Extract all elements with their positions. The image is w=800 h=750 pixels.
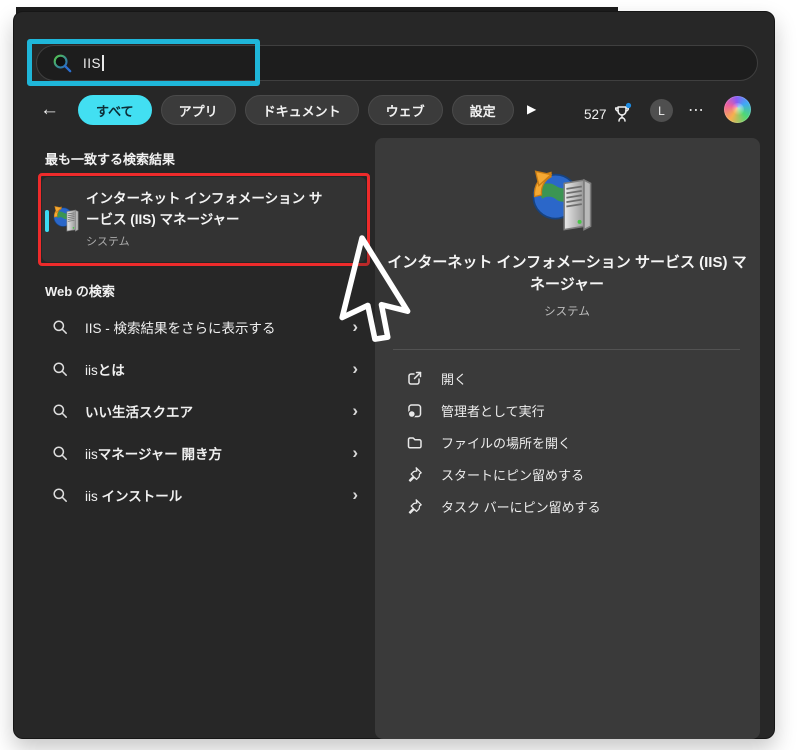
text-cursor	[102, 55, 104, 71]
chevron-right-icon[interactable]: ›	[352, 320, 358, 334]
web-suggestion-row[interactable]: いい生活スクエア ›	[38, 395, 372, 427]
pin-icon	[406, 466, 423, 483]
run-as-admin-icon	[406, 402, 423, 419]
web-suggestion-row[interactable]: IIS - 検索結果をさらに表示する ›	[38, 311, 372, 343]
magnifier-icon	[52, 361, 68, 377]
tab-web[interactable]: ウェブ	[368, 95, 443, 125]
best-match-section-title: 最も一致する検索結果	[45, 149, 175, 168]
selection-accent-bar	[45, 210, 49, 232]
more-tabs-button[interactable]: ▶	[527, 102, 536, 116]
rewards-trophy-icon	[613, 102, 632, 126]
tab-settings[interactable]: 設定	[452, 95, 514, 125]
action-pin-to-start[interactable]: スタートにピン留めする	[394, 459, 734, 489]
folder-icon	[406, 434, 423, 451]
divider	[393, 349, 740, 350]
open-icon	[406, 370, 423, 387]
web-suggestion-row[interactable]: iis インストール ›	[38, 479, 372, 511]
search-query-text[interactable]: IIS	[83, 56, 101, 71]
best-match-subtitle: システム	[86, 233, 336, 249]
tab-all[interactable]: すべて	[78, 95, 152, 125]
account-avatar[interactable]: L	[650, 99, 673, 122]
suggestion-completion: とは	[98, 363, 125, 378]
more-options-button[interactable]: ⋯	[688, 100, 705, 120]
search-input[interactable]: IIS	[36, 45, 758, 81]
chevron-right-icon[interactable]: ›	[352, 488, 358, 502]
pin-icon	[406, 498, 423, 515]
chevron-right-icon[interactable]: ›	[352, 446, 358, 460]
tab-apps[interactable]: アプリ	[161, 95, 236, 125]
preview-app-title: インターネット インフォメーション サービス (IIS) マネージャー	[387, 252, 747, 296]
action-pin-to-taskbar[interactable]: タスク バーにピン留めする	[394, 491, 734, 521]
search-icon	[52, 53, 73, 74]
magnifier-icon	[52, 445, 68, 461]
magnifier-icon	[52, 319, 68, 335]
action-label: スタートにピン留めする	[441, 465, 584, 484]
copilot-icon[interactable]	[724, 96, 751, 123]
chevron-right-icon[interactable]: ›	[352, 404, 358, 418]
web-suggestion-row[interactable]: iisとは ›	[38, 353, 372, 385]
filter-tabs: すべて アプリ ドキュメント ウェブ 設定 フォルダー	[78, 95, 519, 126]
suggestion-text: IIS - 検索結果をさらに表示する	[85, 321, 276, 336]
notification-dot	[625, 103, 630, 108]
magnifier-icon	[52, 403, 68, 419]
best-match-result[interactable]: インターネット インフォメーション サービス (IIS) マネージャー システム	[42, 177, 366, 262]
magnifier-icon	[52, 487, 68, 503]
suggestion-text: iis	[85, 489, 102, 504]
preview-app-subtitle: システム	[387, 303, 747, 319]
iis-app-icon-large	[529, 168, 595, 234]
action-label: 開く	[441, 369, 467, 388]
suggestion-completion: インストール	[102, 489, 183, 504]
action-open[interactable]: 開く	[394, 363, 734, 393]
chevron-right-icon[interactable]: ›	[352, 362, 358, 376]
tab-documents[interactable]: ドキュメント	[245, 95, 359, 125]
action-open-file-location[interactable]: ファイルの場所を開く	[394, 427, 734, 457]
action-label: 管理者として実行	[441, 401, 545, 420]
web-search-section-title: Web の検索	[45, 281, 115, 300]
rewards-badge[interactable]: 527	[584, 102, 632, 126]
action-run-as-admin[interactable]: 管理者として実行	[394, 395, 734, 425]
back-button[interactable]: ←	[40, 99, 59, 121]
suggestion-text: iis	[85, 447, 98, 462]
best-match-title: インターネット インフォメーション サービス (IIS) マネージャー	[86, 188, 328, 230]
suggestion-completion: マネージャー 開き方	[98, 447, 222, 462]
action-label: タスク バーにピン留めする	[441, 497, 601, 516]
windows-search-flyout-screenshot: IIS ← すべて アプリ ドキュメント ウェブ 設定 フォルダー ▶ 527 …	[0, 0, 800, 750]
action-label: ファイルの場所を開く	[441, 433, 571, 452]
suggestion-completion: いい生活スクエア	[85, 405, 193, 420]
rewards-points: 527	[584, 107, 607, 122]
web-suggestion-row[interactable]: iisマネージャー 開き方 ›	[38, 437, 372, 469]
iis-app-icon	[52, 205, 80, 233]
suggestion-text: iis	[85, 363, 98, 378]
